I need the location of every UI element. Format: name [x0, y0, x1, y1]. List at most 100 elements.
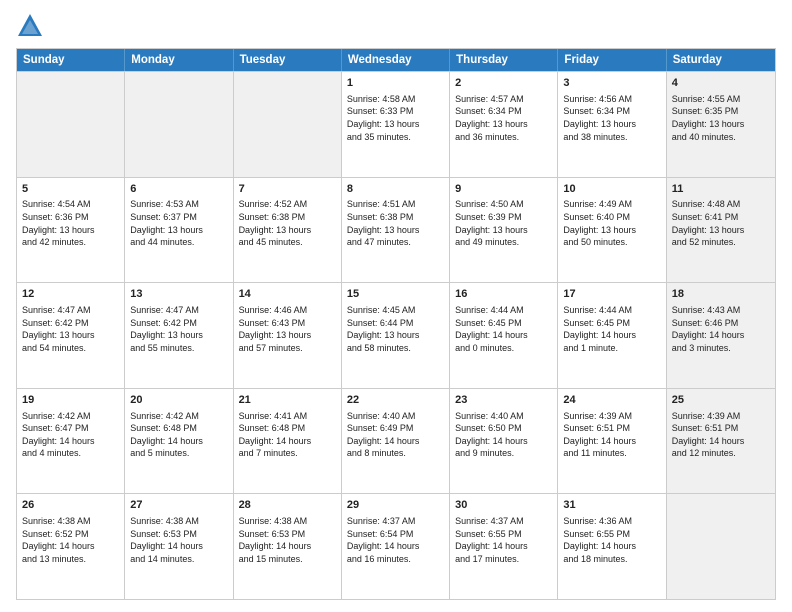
cell-details: Sunrise: 4:37 AM Sunset: 6:54 PM Dayligh…	[347, 515, 444, 565]
day-number: 29	[347, 498, 444, 513]
cal-header-saturday: Saturday	[667, 49, 775, 71]
cell-details: Sunrise: 4:51 AM Sunset: 6:38 PM Dayligh…	[347, 198, 444, 248]
day-number: 16	[455, 287, 552, 302]
cal-week-1: 1Sunrise: 4:58 AM Sunset: 6:33 PM Daylig…	[17, 71, 775, 177]
cal-cell-day-28: 28 Sunrise: 4:38 AM Sunset: 6:53 PM Dayli…	[234, 494, 342, 599]
cal-cell-day-26: 26 Sunrise: 4:38 AM Sunset: 6:52 PM Dayli…	[17, 494, 125, 599]
day-number: 17	[563, 287, 660, 302]
cal-week-5: 26 Sunrise: 4:38 AM Sunset: 6:52 PM Dayli…	[17, 493, 775, 599]
cal-cell-day-9: 9Sunrise: 4:50 AM Sunset: 6:39 PM Daylig…	[450, 178, 558, 283]
cal-header-thursday: Thursday	[450, 49, 558, 71]
cal-cell-day-21: 21Sunrise: 4:41 AM Sunset: 6:48 PM Dayli…	[234, 389, 342, 494]
day-number: 20	[130, 393, 227, 408]
day-number: 3	[563, 76, 660, 91]
day-number: 2	[455, 76, 552, 91]
calendar-header: SundayMondayTuesdayWednesdayThursdayFrid…	[17, 49, 775, 71]
cal-cell-day-6: 6Sunrise: 4:53 AM Sunset: 6:37 PM Daylig…	[125, 178, 233, 283]
cal-cell-day-3: 3 Sunrise: 4:56 AM Sunset: 6:34 PM Daylig…	[558, 72, 666, 177]
day-number: 30	[455, 498, 552, 513]
cell-details: Sunrise: 4:58 AM Sunset: 6:33 PM Dayligh…	[347, 93, 444, 143]
cal-cell-day-11: 11Sunrise: 4:48 AM Sunset: 6:41 PM Dayli…	[667, 178, 775, 283]
cell-details: Sunrise: 4:39 AM Sunset: 6:51 PM Dayligh…	[563, 410, 660, 460]
cell-details: Sunrise: 4:45 AM Sunset: 6:44 PM Dayligh…	[347, 304, 444, 354]
cal-cell-day-12: 12 Sunrise: 4:47 AM Sunset: 6:42 PM Dayli…	[17, 283, 125, 388]
day-number: 31	[563, 498, 660, 513]
cell-details: Sunrise: 4:47 AM Sunset: 6:42 PM Dayligh…	[130, 304, 227, 354]
day-number: 14	[239, 287, 336, 302]
day-number: 11	[672, 182, 770, 197]
cal-cell-day-8: 8Sunrise: 4:51 AM Sunset: 6:38 PM Daylig…	[342, 178, 450, 283]
cell-details: Sunrise: 4:48 AM Sunset: 6:41 PM Dayligh…	[672, 198, 770, 248]
cell-details: Sunrise: 4:37 AM Sunset: 6:55 PM Dayligh…	[455, 515, 552, 565]
cal-header-monday: Monday	[125, 49, 233, 71]
cell-details: Sunrise: 4:40 AM Sunset: 6:49 PM Dayligh…	[347, 410, 444, 460]
day-number: 27	[130, 498, 227, 513]
day-number: 13	[130, 287, 227, 302]
cell-details: Sunrise: 4:44 AM Sunset: 6:45 PM Dayligh…	[455, 304, 552, 354]
cal-cell-empty	[17, 72, 125, 177]
cal-cell-empty	[234, 72, 342, 177]
day-number: 22	[347, 393, 444, 408]
day-number: 28	[239, 498, 336, 513]
cell-details: Sunrise: 4:56 AM Sunset: 6:34 PM Dayligh…	[563, 93, 660, 143]
cal-cell-day-30: 30 Sunrise: 4:37 AM Sunset: 6:55 PM Dayli…	[450, 494, 558, 599]
cal-cell-day-31: 31 Sunrise: 4:36 AM Sunset: 6:55 PM Dayli…	[558, 494, 666, 599]
cal-week-3: 12 Sunrise: 4:47 AM Sunset: 6:42 PM Dayli…	[17, 282, 775, 388]
cell-details: Sunrise: 4:55 AM Sunset: 6:35 PM Dayligh…	[672, 93, 770, 143]
cal-cell-day-7: 7Sunrise: 4:52 AM Sunset: 6:38 PM Daylig…	[234, 178, 342, 283]
day-number: 12	[22, 287, 119, 302]
day-number: 18	[672, 287, 770, 302]
cal-week-2: 5Sunrise: 4:54 AM Sunset: 6:36 PM Daylig…	[17, 177, 775, 283]
cell-details: Sunrise: 4:49 AM Sunset: 6:40 PM Dayligh…	[563, 198, 660, 248]
day-number: 4	[672, 76, 770, 91]
cal-cell-day-14: 14 Sunrise: 4:46 AM Sunset: 6:43 PM Dayli…	[234, 283, 342, 388]
cal-cell-day-15: 15 Sunrise: 4:45 AM Sunset: 6:44 PM Dayli…	[342, 283, 450, 388]
cal-cell-day-1: 1Sunrise: 4:58 AM Sunset: 6:33 PM Daylig…	[342, 72, 450, 177]
cal-cell-day-4: 4 Sunrise: 4:55 AM Sunset: 6:35 PM Daylig…	[667, 72, 775, 177]
cal-cell-day-5: 5Sunrise: 4:54 AM Sunset: 6:36 PM Daylig…	[17, 178, 125, 283]
day-number: 7	[239, 182, 336, 197]
page: SundayMondayTuesdayWednesdayThursdayFrid…	[0, 0, 792, 612]
day-number: 9	[455, 182, 552, 197]
cal-cell-day-16: 16 Sunrise: 4:44 AM Sunset: 6:45 PM Dayli…	[450, 283, 558, 388]
day-number: 8	[347, 182, 444, 197]
cell-details: Sunrise: 4:53 AM Sunset: 6:37 PM Dayligh…	[130, 198, 227, 248]
logo	[16, 12, 48, 40]
day-number: 25	[672, 393, 770, 408]
cal-header-friday: Friday	[558, 49, 666, 71]
day-number: 15	[347, 287, 444, 302]
day-number: 19	[22, 393, 119, 408]
cell-details: Sunrise: 4:36 AM Sunset: 6:55 PM Dayligh…	[563, 515, 660, 565]
cal-cell-day-2: 2 Sunrise: 4:57 AM Sunset: 6:34 PM Daylig…	[450, 72, 558, 177]
cal-header-tuesday: Tuesday	[234, 49, 342, 71]
cal-cell-day-22: 22 Sunrise: 4:40 AM Sunset: 6:49 PM Dayli…	[342, 389, 450, 494]
day-number: 6	[130, 182, 227, 197]
cal-cell-day-19: 19 Sunrise: 4:42 AM Sunset: 6:47 PM Dayli…	[17, 389, 125, 494]
cal-header-wednesday: Wednesday	[342, 49, 450, 71]
day-number: 5	[22, 182, 119, 197]
cal-cell-day-27: 27Sunrise: 4:38 AM Sunset: 6:53 PM Dayli…	[125, 494, 233, 599]
day-number: 24	[563, 393, 660, 408]
cal-cell-empty	[667, 494, 775, 599]
day-number: 21	[239, 393, 336, 408]
cal-cell-day-29: 29 Sunrise: 4:37 AM Sunset: 6:54 PM Dayli…	[342, 494, 450, 599]
cell-details: Sunrise: 4:43 AM Sunset: 6:46 PM Dayligh…	[672, 304, 770, 354]
cell-details: Sunrise: 4:57 AM Sunset: 6:34 PM Dayligh…	[455, 93, 552, 143]
cell-details: Sunrise: 4:46 AM Sunset: 6:43 PM Dayligh…	[239, 304, 336, 354]
cell-details: Sunrise: 4:38 AM Sunset: 6:52 PM Dayligh…	[22, 515, 119, 565]
cell-details: Sunrise: 4:42 AM Sunset: 6:47 PM Dayligh…	[22, 410, 119, 460]
cal-cell-day-24: 24 Sunrise: 4:39 AM Sunset: 6:51 PM Dayli…	[558, 389, 666, 494]
cal-cell-day-20: 20 Sunrise: 4:42 AM Sunset: 6:48 PM Dayli…	[125, 389, 233, 494]
calendar: SundayMondayTuesdayWednesdayThursdayFrid…	[16, 48, 776, 600]
day-number: 26	[22, 498, 119, 513]
cell-details: Sunrise: 4:42 AM Sunset: 6:48 PM Dayligh…	[130, 410, 227, 460]
cal-cell-day-10: 10Sunrise: 4:49 AM Sunset: 6:40 PM Dayli…	[558, 178, 666, 283]
header	[16, 12, 776, 40]
cal-cell-day-25: 25 Sunrise: 4:39 AM Sunset: 6:51 PM Dayli…	[667, 389, 775, 494]
calendar-body: 1Sunrise: 4:58 AM Sunset: 6:33 PM Daylig…	[17, 71, 775, 599]
cell-details: Sunrise: 4:47 AM Sunset: 6:42 PM Dayligh…	[22, 304, 119, 354]
cell-details: Sunrise: 4:50 AM Sunset: 6:39 PM Dayligh…	[455, 198, 552, 248]
cell-details: Sunrise: 4:38 AM Sunset: 6:53 PM Dayligh…	[239, 515, 336, 565]
cell-details: Sunrise: 4:54 AM Sunset: 6:36 PM Dayligh…	[22, 198, 119, 248]
cell-details: Sunrise: 4:39 AM Sunset: 6:51 PM Dayligh…	[672, 410, 770, 460]
